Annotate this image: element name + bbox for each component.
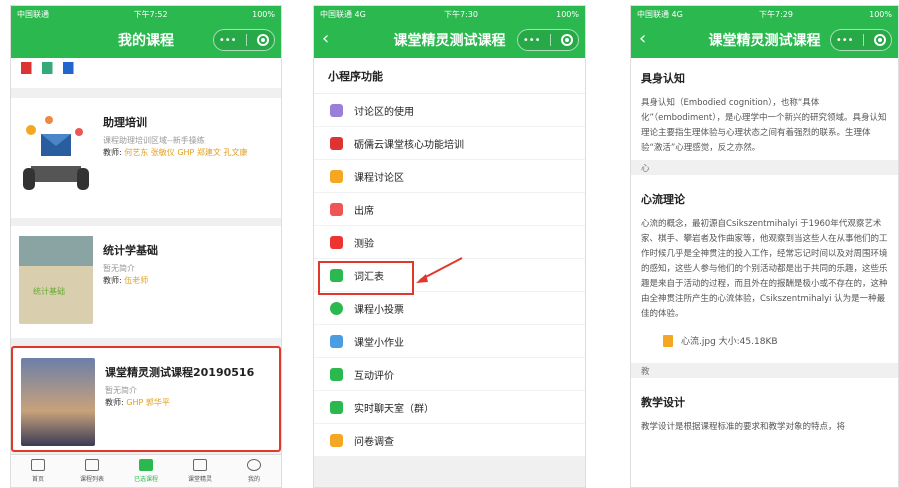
annotation-arrow-icon bbox=[416, 257, 463, 283]
entry-heading: 具身认知 bbox=[641, 72, 685, 85]
section-heading: 小程序功能 bbox=[314, 58, 585, 94]
quiz-icon bbox=[330, 235, 343, 249]
tab-course-list[interactable]: 课程列表 bbox=[65, 455, 119, 487]
tab-bar: 首页 课程列表 已选课程 课堂精灵 我的 bbox=[11, 454, 281, 487]
back-icon[interactable]: ‹ bbox=[639, 29, 646, 49]
entry-text: 心流的概念，最初源自Csikszentmihalyi 于1960年代观察艺术家、… bbox=[641, 219, 888, 319]
nav-bar: 我的课程 ••• bbox=[11, 22, 281, 58]
page-title: 课堂精灵测试课程 bbox=[393, 33, 506, 49]
battery: 100% bbox=[252, 9, 275, 19]
course-thumbnail bbox=[21, 358, 95, 446]
more-icon[interactable]: ••• bbox=[219, 35, 237, 46]
clock: 下午7:29 bbox=[759, 9, 793, 19]
course-card[interactable]: 助理培训 课程助理培训区域--新手操练 教师: 何艺东 张敏仪 GHP 郑建文 … bbox=[11, 98, 281, 218]
clock: 下午7:52 bbox=[133, 9, 168, 19]
entry-heading: 心流理论 bbox=[641, 193, 685, 206]
course-thumbnail bbox=[21, 62, 91, 74]
phone-my-courses: 中国联通 下午7:52 100% 我的课程 ••• 助理培训 课程助理培训区域-… bbox=[10, 5, 282, 488]
nav-bar: ‹ 课堂精灵测试课程 ••• bbox=[314, 22, 585, 58]
course-desc: 暂无简介 bbox=[103, 264, 135, 273]
people-icon bbox=[330, 169, 343, 183]
mini-program-capsule[interactable]: ••• bbox=[213, 29, 275, 51]
course-desc: 暂无简介 bbox=[105, 386, 137, 395]
page-title: 我的课程 bbox=[118, 33, 174, 49]
tab-mine[interactable]: 我的 bbox=[227, 455, 281, 487]
menu-item-course-forum[interactable]: 课程讨论区 bbox=[314, 160, 585, 193]
course-thumbnail: 统计基础 bbox=[19, 236, 93, 324]
document-icon bbox=[330, 334, 343, 348]
more-icon[interactable]: ••• bbox=[836, 35, 854, 46]
mini-program-capsule[interactable]: ••• bbox=[830, 29, 892, 51]
menu-item-core-training[interactable]: 砺儒云课堂核心功能培训 bbox=[314, 127, 585, 160]
vote-icon bbox=[330, 301, 343, 315]
battery: 100% bbox=[869, 9, 892, 19]
glossary-content: 具身认知 具身认知（Embodied cognition），也称“具体化”（em… bbox=[631, 58, 898, 435]
entry-heading: 教学设计 bbox=[641, 396, 685, 409]
course-teachers: 教师: GHP 郭华平 bbox=[105, 398, 170, 407]
book-icon bbox=[31, 459, 45, 471]
course-card[interactable]: 统计基础 统计学基础 暂无简介 教师: 伍老师 bbox=[11, 226, 281, 338]
clock: 下午7:30 bbox=[444, 9, 478, 19]
menu-item-chat[interactable]: 实时聊天室（群） bbox=[314, 391, 585, 424]
course-teachers: 教师: 何艺东 张敏仪 GHP 郑建文 孔文康 bbox=[103, 148, 248, 157]
entry-text: 具身认知（Embodied cognition），也称“具体化”（embodim… bbox=[641, 98, 887, 153]
image-file-icon bbox=[663, 334, 673, 347]
menu-item-peer-review[interactable]: 互动评价 bbox=[314, 358, 585, 391]
course-title: 助理培训 bbox=[103, 116, 147, 129]
phone-course-menu: 中国联通 4G 下午7:30 100% ‹ 课堂精灵测试课程 ••• 小程序功能… bbox=[313, 5, 586, 488]
course-desc: 课程助理培训区域--新手操练 bbox=[103, 136, 205, 145]
course-title: 统计学基础 bbox=[103, 244, 158, 257]
more-icon[interactable]: ••• bbox=[523, 35, 541, 46]
user-icon bbox=[247, 459, 261, 471]
tab-home[interactable]: 首页 bbox=[11, 455, 65, 487]
tab-selected-courses[interactable]: 已选课程 bbox=[119, 455, 173, 487]
users-icon bbox=[330, 367, 343, 381]
list-icon bbox=[139, 459, 153, 471]
status-bar: 中国联通 4G 下午7:30 100% bbox=[314, 6, 585, 22]
chat-icon bbox=[330, 400, 343, 414]
phone-glossary: 中国联通 4G 下午7:29 100% ‹ 课堂精灵测试课程 ••• 具身认知 … bbox=[630, 5, 899, 488]
mini-program-capsule[interactable]: ••• bbox=[517, 29, 579, 51]
survey-icon bbox=[330, 433, 343, 447]
menu-item-attendance[interactable]: 出席 bbox=[314, 193, 585, 226]
close-target-icon[interactable] bbox=[874, 34, 887, 46]
back-icon[interactable]: ‹ bbox=[322, 29, 329, 49]
carrier: 中国联通 4G bbox=[637, 9, 683, 19]
page-title: 课堂精灵测试课程 bbox=[708, 33, 821, 49]
carrier: 中国联通 bbox=[17, 9, 49, 19]
tab-classroom-elf[interactable]: 课堂精灵 bbox=[173, 455, 227, 487]
discussion-icon bbox=[330, 103, 343, 117]
entry-text: 教学设计是根据课程标准的要求和教学对象的特点，将 bbox=[641, 422, 846, 432]
menu-item-poll[interactable]: 课程小投票 bbox=[314, 292, 585, 325]
course-thumbnail bbox=[19, 108, 93, 196]
close-target-icon[interactable] bbox=[561, 34, 574, 46]
close-target-icon[interactable] bbox=[257, 34, 270, 46]
glossary-icon bbox=[330, 268, 343, 282]
nav-bar: ‹ 课堂精灵测试课程 ••• bbox=[631, 22, 898, 58]
book-icon bbox=[330, 136, 343, 150]
menu-item-survey[interactable]: 问卷调查 bbox=[314, 424, 585, 457]
grid-icon bbox=[85, 459, 99, 471]
attachment-file[interactable]: 心流.jpg 大小:45.18KB bbox=[641, 322, 888, 359]
letter-band: 教 bbox=[631, 363, 898, 378]
course-teachers: 教师: 伍老师 bbox=[103, 276, 149, 285]
calendar-icon bbox=[330, 202, 343, 216]
menu-item-homework[interactable]: 课堂小作业 bbox=[314, 325, 585, 358]
carrier: 中国联通 4G bbox=[320, 9, 366, 19]
course-title: 课堂精灵测试课程20190516 bbox=[105, 366, 255, 379]
menu-item-forum-usage[interactable]: 讨论区的使用 bbox=[314, 94, 585, 127]
battery: 100% bbox=[556, 9, 579, 19]
course-card-partial[interactable] bbox=[11, 58, 281, 88]
status-bar: 中国联通 4G 下午7:29 100% bbox=[631, 6, 898, 22]
menu-item-quiz[interactable]: 测验 bbox=[314, 226, 585, 259]
course-card-selected[interactable]: 课堂精灵测试课程20190516 暂无简介 教师: GHP 郭华平 bbox=[11, 346, 281, 452]
board-icon bbox=[193, 459, 207, 471]
letter-band: 心 bbox=[631, 160, 898, 175]
status-bar: 中国联通 下午7:52 100% bbox=[11, 6, 281, 22]
